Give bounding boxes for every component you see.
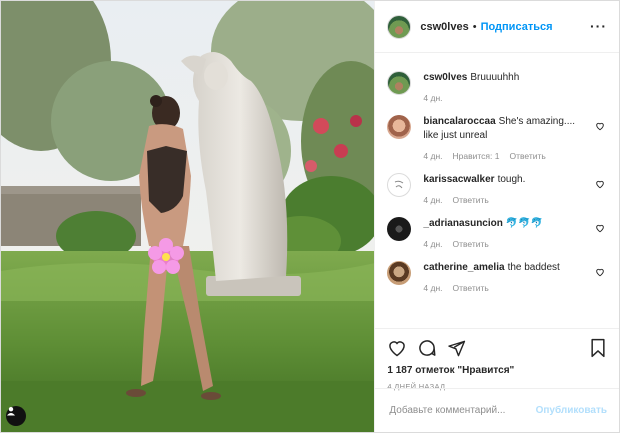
action-icons [387,337,607,359]
comment-username[interactable]: karissacwalker [423,174,494,185]
comments-list: csw0lves Bruuuuhhh 4 дн. biancalaroccaa Sh… [375,53,619,328]
comment-avatar[interactable] [387,173,412,197]
heart-icon[interactable] [595,223,605,233]
likes-count[interactable]: 1 187 отметок "Нравится" [387,365,607,376]
comment-username[interactable]: _adrianasuncion [423,218,502,229]
heart-icon[interactable] [595,121,605,131]
comment-text: the baddest [507,262,560,273]
list-item: csw0lves Bruuuuhhh 4 дн. [387,71,607,103]
heart-icon[interactable] [595,179,605,189]
list-item: _adrianasuncion 🐬🐬🐬 4 дн. Ответить [387,217,607,249]
list-item: karissacwalker tough. 4 дн. Ответить [387,173,607,205]
list-item: catherine_amelia the baddest 4 дн. Ответит… [387,261,607,293]
comment-text: tough. [497,174,526,185]
comment-input[interactable] [387,404,536,417]
author-avatar[interactable] [387,14,412,39]
more-options-icon[interactable]: ··· [590,18,607,34]
comment-username[interactable]: biancalaroccaa [423,116,495,127]
garden-photo-illustration [1,1,375,432]
comment-avatar[interactable] [387,261,412,285]
reply-button[interactable]: Ответить [453,283,489,293]
comment-avatar[interactable] [387,217,412,241]
instagram-post: csw0lves • Подписаться ··· csw0lves Bruuu… [0,0,620,433]
add-comment-bar: Опубликовать [375,388,619,432]
publish-button[interactable]: Опубликовать [536,405,607,416]
comment-bubble-icon[interactable] [417,338,437,358]
list-item: biancalaroccaa She's amazing.... like jus… [387,115,607,161]
comment-likes[interactable]: Нравится: 1 [453,151,500,161]
post-header: csw0lves • Подписаться ··· [375,1,619,53]
post-photo[interactable] [1,1,375,432]
comment-time[interactable]: 4 дн. [423,195,442,205]
comment-username[interactable]: catherine_amelia [423,262,504,273]
author-username[interactable]: csw0lves [420,21,468,33]
comment-time[interactable]: 4 дн. [423,283,442,293]
post-side-panel: csw0lves • Подписаться ··· csw0lves Bruuu… [374,1,619,432]
tagged-user-icon[interactable] [6,406,26,426]
like-heart-icon[interactable] [387,338,407,358]
bookmark-icon[interactable] [589,338,607,358]
comment-avatar[interactable] [387,115,412,139]
header-separator: • [472,20,477,33]
comment-username[interactable]: csw0lves [423,72,467,83]
comment-text: Bruuuuhhh [470,72,520,83]
post-actions: 1 187 отметок "Нравится" 4 ДНЕЙ НАЗАД [375,328,619,391]
reply-button[interactable]: Ответить [453,239,489,249]
follow-button[interactable]: Подписаться [481,21,553,33]
reply-button[interactable]: Ответить [509,151,545,161]
reply-button[interactable]: Ответить [453,195,489,205]
comment-text: 🐬🐬🐬 [505,218,544,229]
heart-icon[interactable] [595,267,605,277]
comment-time[interactable]: 4 дн. [423,151,442,161]
comment-time[interactable]: 4 дн. [423,93,442,103]
share-paper-plane-icon[interactable] [447,339,466,358]
comment-avatar[interactable] [387,71,412,95]
comment-time[interactable]: 4 дн. [423,239,442,249]
